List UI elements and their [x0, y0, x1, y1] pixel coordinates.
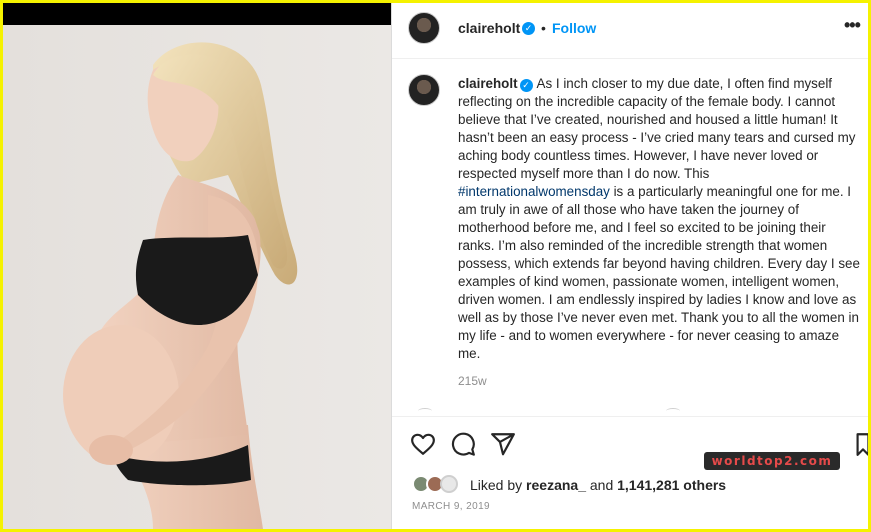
- caption-verified-badge-icon: ✓: [519, 79, 533, 92]
- pregnant-woman-illustration: [3, 25, 391, 529]
- likes-prefix: Liked by: [470, 477, 527, 493]
- likes-count[interactable]: 1,141,281 others: [617, 477, 726, 493]
- post-detail-panel: claireholt ✓ • Follow ••• claireholt ✓ As …: [392, 3, 868, 529]
- likes-middle: and: [585, 477, 618, 493]
- caption-section: claireholt ✓ As I inch closer to my due da…: [392, 60, 868, 415]
- post-photo[interactable]: [3, 3, 391, 529]
- header-username[interactable]: claireholt: [458, 20, 520, 36]
- liker-username[interactable]: reezana_: [526, 477, 586, 493]
- follow-button[interactable]: Follow: [552, 20, 596, 36]
- caption-avatar[interactable]: [408, 74, 440, 106]
- caption-body-part1: As I inch closer to my due date, I often…: [458, 76, 856, 181]
- hashtag-link[interactable]: #internationalwomensday: [458, 184, 610, 199]
- likes-summary: Liked by reezana_ and 1,141,281 others: [470, 477, 726, 493]
- comment-icon[interactable]: [450, 431, 476, 457]
- caption-username[interactable]: claireholt: [458, 76, 518, 91]
- caption-body-part2: is a particularly meaningful one for me.…: [458, 184, 860, 361]
- post-date[interactable]: MARCH 9, 2019: [412, 501, 490, 512]
- verified-badge-icon: ✓: [522, 22, 535, 35]
- watermark-logo: worldtop2.com: [704, 452, 840, 470]
- liker-avatar[interactable]: [440, 475, 458, 493]
- heart-icon[interactable]: [410, 431, 436, 457]
- more-options-icon[interactable]: •••: [844, 15, 861, 36]
- share-icon[interactable]: [490, 431, 516, 457]
- comment-preview-edge: [666, 408, 680, 414]
- post-header: claireholt ✓ • Follow •••: [392, 3, 868, 59]
- likes-row: Liked by reezana_ and 1,141,281 others: [392, 473, 868, 497]
- comment-preview-edge: [418, 408, 432, 414]
- post-frame: claireholt ✓ • Follow ••• claireholt ✓ As …: [3, 3, 868, 529]
- photo-top-bar: [3, 3, 391, 25]
- caption-text: claireholt ✓ As I inch closer to my due da…: [458, 75, 860, 363]
- caption-timestamp[interactable]: 215w: [458, 374, 487, 388]
- avatar[interactable]: [408, 12, 440, 44]
- bookmark-icon[interactable]: [856, 431, 868, 457]
- separator-dot: •: [541, 20, 546, 36]
